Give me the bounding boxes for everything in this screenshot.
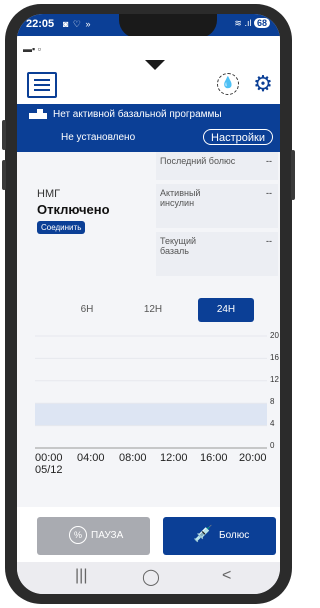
card-value: -- bbox=[266, 188, 272, 198]
bolus-label: Болюс bbox=[219, 530, 250, 541]
x-tick-label: 12:00 bbox=[160, 452, 188, 464]
card-key: Последний болюс bbox=[160, 156, 236, 166]
y-tick-label: 12 bbox=[270, 375, 279, 384]
status-right: ≋ .ıl 68 bbox=[234, 18, 270, 29]
card-key: Текущий базаль bbox=[160, 236, 196, 256]
basal-status: Не установлено bbox=[61, 132, 136, 143]
battery-badge: 68 bbox=[253, 18, 270, 28]
y-tick-label: 4 bbox=[270, 419, 275, 428]
info-panel: НМГ Отключено Соединить Последний болюс … bbox=[17, 152, 280, 297]
x-tick-label: 00:00 bbox=[35, 452, 63, 464]
side-button bbox=[2, 120, 6, 150]
bolus-button[interactable]: 💉 Болюс bbox=[163, 517, 276, 555]
action-bar: % ПАУЗА 💉 Болюс bbox=[17, 507, 280, 562]
cgm-state: Отключено bbox=[37, 202, 110, 217]
glucose-chart: 20 16 12 8 4 0 00:00 05/12 04:00 08:00 1… bbox=[17, 329, 280, 479]
y-tick-label: 0 bbox=[270, 441, 275, 450]
basal-icon bbox=[29, 113, 47, 119]
phone-notch bbox=[119, 14, 217, 38]
hamburger-menu-icon bbox=[34, 79, 50, 81]
y-tick-label: 20 bbox=[270, 331, 279, 340]
y-tick-label: 8 bbox=[270, 397, 275, 406]
pause-button[interactable]: % ПАУЗА bbox=[37, 517, 150, 555]
syringe-icon: 💉 bbox=[193, 526, 213, 543]
hamburger-menu-icon bbox=[34, 84, 50, 86]
basal-program-bar: Нет активной базальной программы Не уста… bbox=[17, 104, 280, 152]
range-6h-button[interactable]: 6H bbox=[59, 298, 115, 322]
current-basal-card: Текущий базаль -- bbox=[156, 232, 278, 276]
phone-mockup: 22:05 ◙ ♡ » ≋ .ıl 68 ▬▪ ▫ 💧 ⚙ Нет активн… bbox=[0, 0, 297, 608]
gear-icon[interactable]: ⚙ bbox=[251, 72, 275, 96]
target-range-band bbox=[35, 403, 267, 426]
notification-icons: ◙ ♡ » bbox=[63, 19, 92, 29]
hamburger-menu-icon bbox=[34, 89, 50, 91]
last-bolus-card: Последний болюс -- bbox=[156, 152, 278, 180]
x-tick-label: 04:00 bbox=[77, 452, 105, 464]
menu-button[interactable] bbox=[27, 72, 57, 98]
x-tick-label: 16:00 bbox=[200, 452, 228, 464]
range-12h-button[interactable]: 12H bbox=[125, 298, 181, 322]
basal-icon bbox=[37, 109, 43, 113]
card-value: -- bbox=[266, 156, 272, 166]
chevron-down-icon[interactable] bbox=[145, 60, 165, 70]
power-button bbox=[291, 150, 295, 200]
y-tick-label: 16 bbox=[270, 353, 279, 362]
x-tick-label: 20:00 bbox=[239, 452, 267, 464]
app-header: ▬▪ ▫ 💧 ⚙ bbox=[17, 36, 280, 104]
insulin-drop-icon[interactable]: 💧 bbox=[217, 73, 239, 95]
pause-icon: % bbox=[69, 526, 87, 544]
connect-button[interactable]: Соединить bbox=[37, 221, 86, 234]
recent-apps-icon[interactable]: ||| bbox=[75, 567, 87, 585]
settings-button[interactable]: Настройки bbox=[203, 129, 273, 145]
phone-screen: 22:05 ◙ ♡ » ≋ .ıl 68 ▬▪ ▫ 💧 ⚙ Нет активн… bbox=[17, 14, 280, 594]
signal-icon: ≋ .ıl bbox=[234, 18, 252, 28]
cgm-label: НМГ bbox=[37, 188, 61, 200]
x-date-label: 05/12 bbox=[35, 464, 63, 476]
time-range-selector: 6H 12H 24H bbox=[17, 297, 280, 329]
android-nav-bar: ||| ◯ < bbox=[17, 562, 280, 594]
card-value: -- bbox=[266, 236, 272, 246]
home-icon[interactable]: ◯ bbox=[142, 567, 160, 587]
card-key: Активный инсулин bbox=[160, 188, 201, 208]
pump-status-icons: ▬▪ ▫ bbox=[23, 44, 41, 54]
back-icon[interactable]: < bbox=[222, 567, 231, 585]
cgm-block: НМГ Отключено Соединить bbox=[37, 188, 110, 235]
x-tick-label: 08:00 bbox=[119, 452, 147, 464]
pause-label: ПАУЗА bbox=[91, 530, 124, 541]
status-time: 22:05 bbox=[26, 18, 55, 30]
active-insulin-card: Активный инсулин -- bbox=[156, 184, 278, 228]
range-24h-button[interactable]: 24H bbox=[198, 298, 254, 322]
basal-title: Нет активной базальной программы bbox=[53, 109, 222, 120]
side-button bbox=[2, 160, 6, 190]
